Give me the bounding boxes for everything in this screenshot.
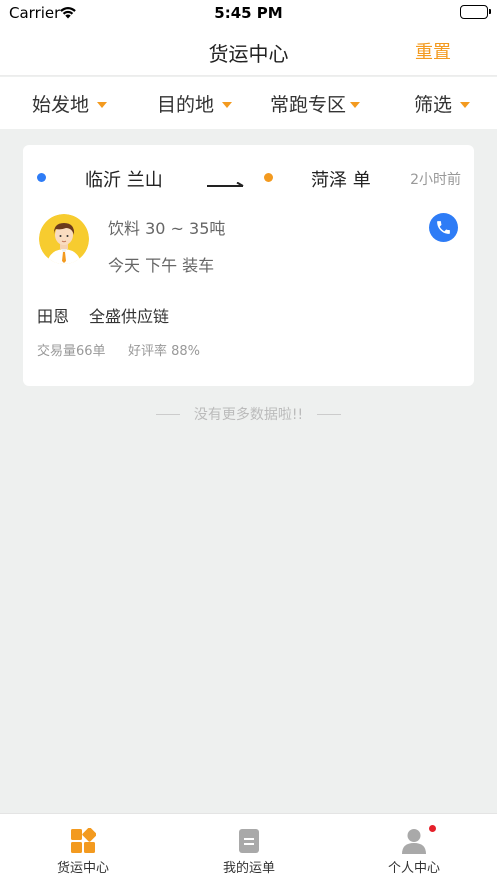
- origin-location: 临沂 兰山: [85, 170, 163, 191]
- notification-badge: [429, 825, 436, 832]
- caret-down-icon: [460, 101, 471, 108]
- clock: 5:45 PM: [214, 4, 283, 22]
- destination-dot-icon: [264, 173, 273, 182]
- tab-bar: 货运中心 我的运单 个人中心: [0, 813, 497, 883]
- positive-rating: 好评率 88%: [128, 344, 201, 359]
- list-end-indicator: 没有更多数据啦!!: [0, 404, 497, 424]
- loading-time: 今天 下午 装车: [108, 256, 215, 275]
- nav-bar: 货运中心 重置: [0, 26, 497, 76]
- no-more-data-label: 没有更多数据啦!!: [193, 407, 304, 423]
- battery-icon: [460, 5, 491, 19]
- caret-down-icon: [350, 101, 361, 108]
- filter-bar: 始发地 目的地 常跑专区 筛选: [0, 77, 497, 129]
- tab-my-orders[interactable]: 我的运单: [166, 814, 332, 883]
- avatar: [39, 214, 89, 264]
- origin-dot-icon: [37, 173, 46, 182]
- freight-card[interactable]: 临沂 兰山 菏泽 单 2小时前 饮料 30 ~ 35吨 今天 下午 装车 田恩 …: [23, 145, 474, 386]
- destination-location: 菏泽 单: [311, 170, 371, 191]
- filter-frequent-routes[interactable]: 常跑专区: [270, 90, 361, 117]
- posted-time: 2小时前: [410, 172, 461, 188]
- tab-my-orders-label: 我的运单: [222, 861, 275, 876]
- reset-button[interactable]: 重置: [415, 38, 451, 64]
- deal-count: 交易量66单: [37, 344, 106, 359]
- document-icon: [239, 829, 259, 853]
- person-icon: [402, 829, 426, 854]
- filter-screen[interactable]: 筛选: [414, 90, 471, 117]
- arrow-right-icon: [207, 175, 245, 194]
- filter-destination-label: 目的地: [157, 94, 215, 116]
- tab-profile-label: 个人中心: [387, 861, 440, 876]
- status-bar: Carrier 5:45 PM: [0, 0, 497, 26]
- filter-frequent-routes-label: 常跑专区: [270, 94, 347, 116]
- cargo-info: 饮料 30 ~ 35吨: [108, 219, 226, 238]
- tab-freight-center[interactable]: 货运中心: [0, 814, 166, 883]
- phone-call-button[interactable]: [429, 213, 458, 242]
- grid-icon: [71, 828, 96, 853]
- shipper-name: 田恩: [37, 307, 70, 326]
- caret-down-icon: [97, 101, 108, 108]
- filter-destination[interactable]: 目的地: [157, 90, 233, 117]
- filter-screen-label: 筛选: [414, 94, 453, 116]
- phone-icon: [437, 221, 450, 234]
- tab-profile[interactable]: 个人中心: [331, 814, 497, 883]
- divider: [317, 413, 342, 415]
- filter-origin-label: 始发地: [32, 94, 90, 116]
- tab-freight-center-label: 货运中心: [56, 861, 109, 876]
- divider: [155, 413, 180, 415]
- caret-down-icon: [222, 101, 233, 108]
- filter-origin[interactable]: 始发地: [32, 90, 108, 117]
- company-name: 全盛供应链: [89, 307, 170, 326]
